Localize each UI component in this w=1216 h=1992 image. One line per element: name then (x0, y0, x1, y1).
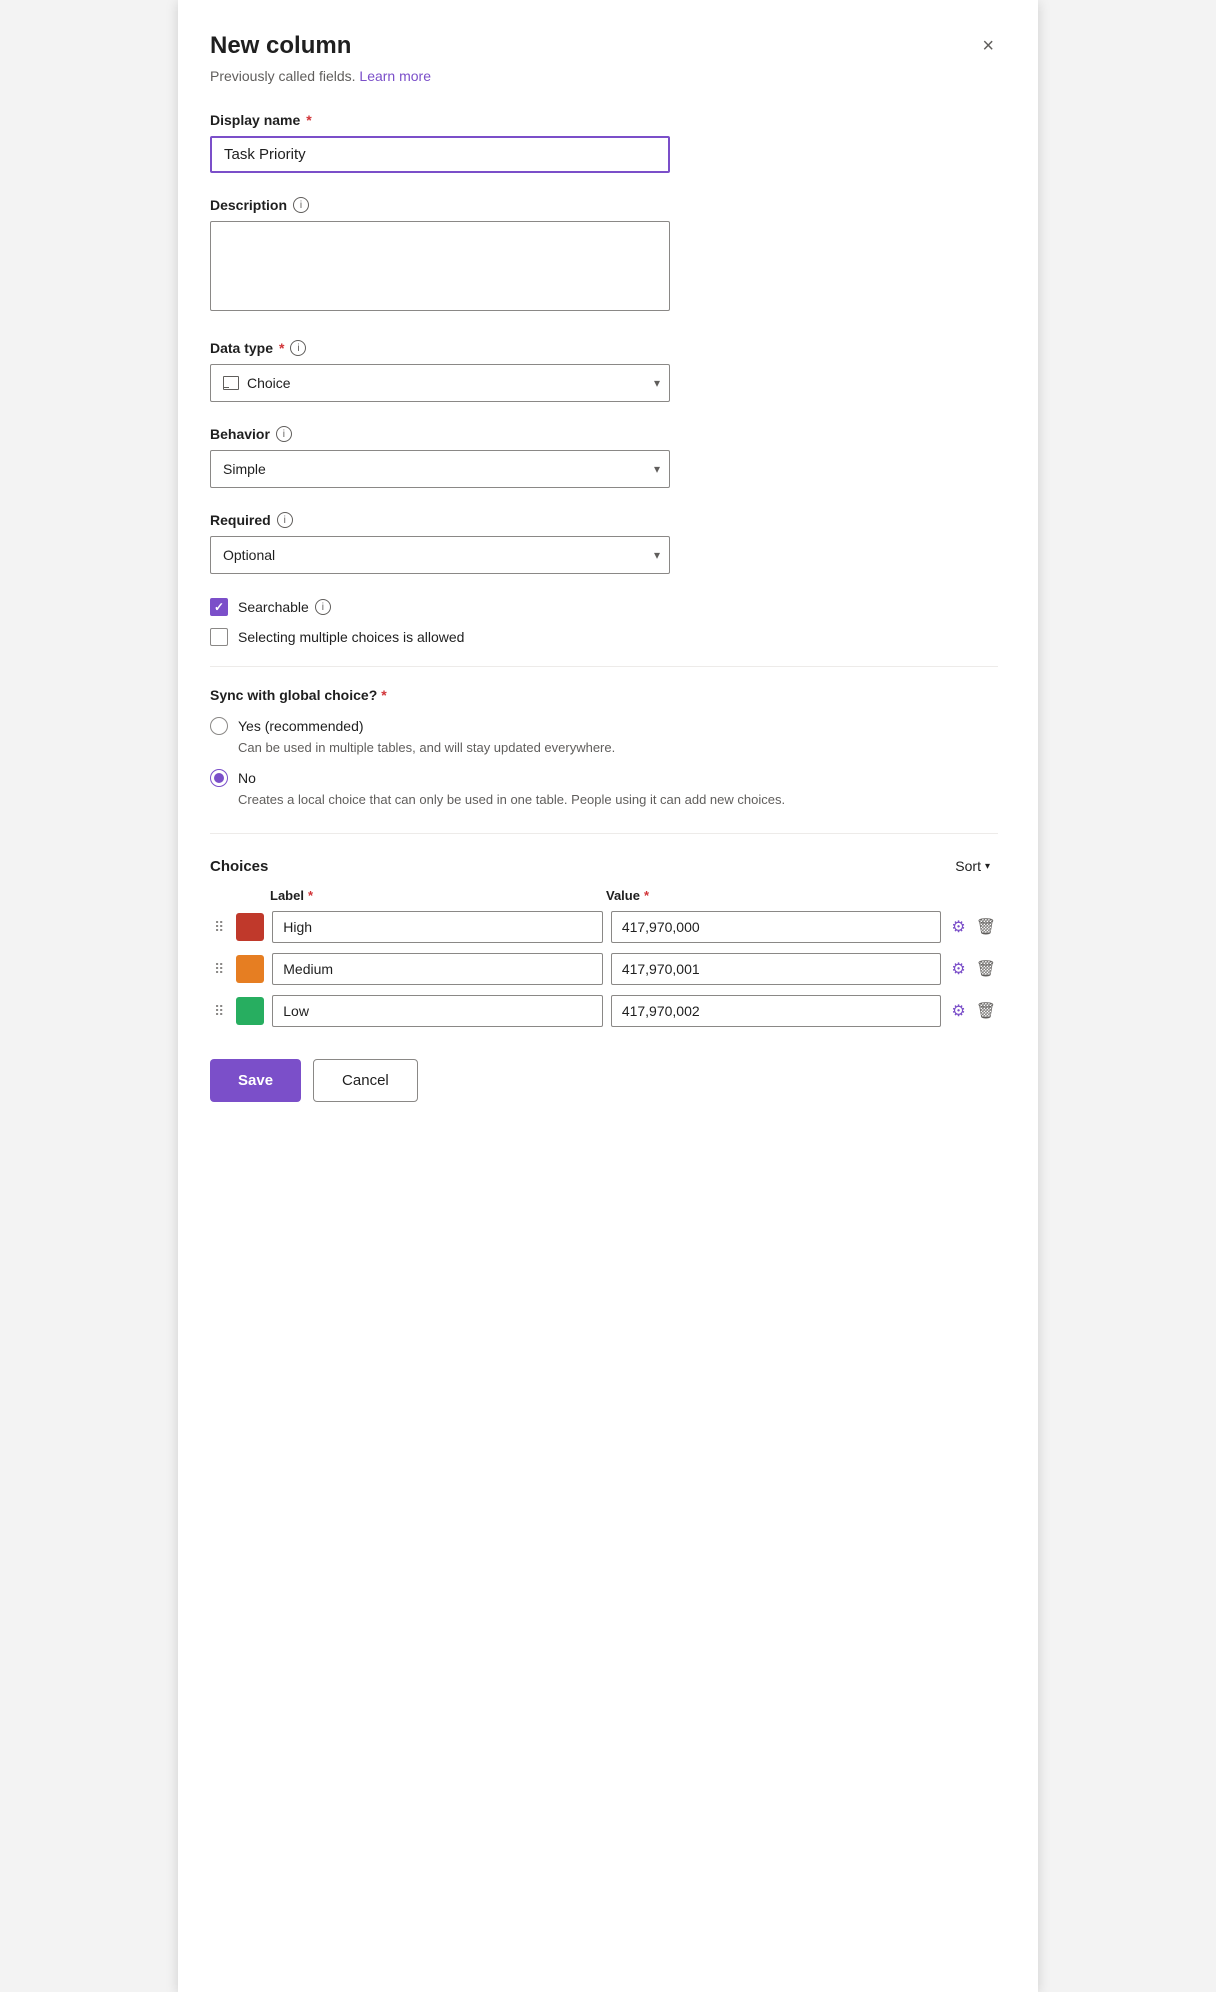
value-column-header: Value * (606, 888, 934, 903)
delete-icon-button-1[interactable]: 🗑 (974, 915, 998, 939)
required-info-icon[interactable]: i (277, 512, 293, 528)
description-input[interactable] (210, 221, 670, 311)
sync-yes-option: Yes (recommended) Can be used in multipl… (210, 717, 998, 757)
delete-icon-button-3[interactable]: 🗑 (974, 999, 998, 1023)
delete-icon-button-2[interactable]: 🗑 (974, 957, 998, 981)
sync-yes-desc: Can be used in multiple tables, and will… (238, 739, 998, 757)
behavior-select[interactable]: Simple ▾ (210, 450, 670, 488)
required-select[interactable]: Optional ▾ (210, 536, 670, 574)
required-select-display[interactable]: Optional ▾ (210, 536, 670, 574)
choice-value-input-1[interactable] (611, 911, 942, 943)
cancel-button[interactable]: Cancel (313, 1059, 418, 1102)
behavior-label: Behavior i (210, 426, 998, 442)
divider-1 (210, 666, 998, 667)
data-type-select-display[interactable]: Choice ▾ (210, 364, 670, 402)
data-type-select[interactable]: Choice ▾ (210, 364, 670, 402)
multiple-choices-checkbox[interactable] (210, 628, 228, 646)
choice-row-2: ⠿ ⚙ 🗑 (210, 953, 998, 985)
multiple-choices-label: Selecting multiple choices is allowed (238, 629, 464, 645)
data-type-chevron-icon: ▾ (654, 376, 660, 390)
panel-subtitle: Previously called fields. Learn more (210, 68, 998, 84)
behavior-chevron-icon: ▾ (654, 462, 660, 476)
drag-handle-3[interactable]: ⠿ (210, 1003, 228, 1020)
learn-more-link[interactable]: Learn more (359, 68, 431, 84)
label-column-header: Label * (270, 888, 598, 903)
data-type-info-icon[interactable]: i (290, 340, 306, 356)
data-type-group: Data type * i Choice ▾ (210, 340, 998, 402)
drag-handle-2[interactable]: ⠿ (210, 961, 228, 978)
choices-header: Choices Sort ▾ (210, 854, 998, 878)
sync-section: Sync with global choice? * Yes (recommen… (210, 687, 998, 809)
choice-row-3: ⠿ ⚙ 🗑 (210, 995, 998, 1027)
required-chevron-icon: ▾ (654, 548, 660, 562)
choice-label-input-1[interactable] (272, 911, 603, 943)
searchable-label: Searchable i (238, 599, 331, 615)
required-value: Optional (223, 547, 275, 563)
sort-button[interactable]: Sort ▾ (947, 854, 998, 878)
description-label: Description i (210, 197, 998, 213)
display-name-group: Display name * (210, 112, 998, 173)
save-button[interactable]: Save (210, 1059, 301, 1102)
color-swatch-3[interactable] (236, 997, 264, 1025)
drag-handle-1[interactable]: ⠿ (210, 919, 228, 936)
divider-2 (210, 833, 998, 834)
choices-title: Choices (210, 858, 268, 875)
choice-actions-2: ⚙ 🗑 (949, 957, 998, 981)
footer-buttons: Save Cancel (210, 1059, 998, 1102)
required-label: Required i (210, 512, 998, 528)
new-column-panel: New column × Previously called fields. L… (178, 0, 1038, 1992)
choices-section: Choices Sort ▾ Label * Value * ⠿ (210, 854, 998, 1027)
display-name-label: Display name * (210, 112, 998, 128)
searchable-info-icon[interactable]: i (315, 599, 331, 615)
sync-yes-label: Yes (recommended) (238, 718, 364, 734)
data-type-label: Data type * i (210, 340, 998, 356)
sync-no-radio[interactable] (210, 769, 228, 787)
color-swatch-2[interactable] (236, 955, 264, 983)
data-type-value: Choice (247, 375, 291, 391)
choice-icon (223, 376, 239, 390)
sync-no-label: No (238, 770, 256, 786)
panel-header: New column × (210, 32, 998, 60)
behavior-select-display[interactable]: Simple ▾ (210, 450, 670, 488)
choice-label-input-2[interactable] (272, 953, 603, 985)
sync-required-star: * (381, 687, 386, 703)
required-group: Required i Optional ▾ (210, 512, 998, 574)
color-swatch-1[interactable] (236, 913, 264, 941)
sync-no-desc: Creates a local choice that can only be … (238, 791, 998, 809)
multiple-choices-row: Selecting multiple choices is allowed (210, 628, 998, 646)
required-star: * (306, 112, 311, 128)
sync-yes-radio[interactable] (210, 717, 228, 735)
choice-actions-3: ⚙ 🗑 (949, 999, 998, 1023)
behavior-value: Simple (223, 461, 266, 477)
choice-label-input-3[interactable] (272, 995, 603, 1027)
choice-actions-1: ⚙ 🗑 (949, 915, 998, 939)
description-info-icon[interactable]: i (293, 197, 309, 213)
display-name-input[interactable] (210, 136, 670, 173)
choice-value-input-3[interactable] (611, 995, 942, 1027)
sync-no-option: No Creates a local choice that can only … (210, 769, 998, 809)
sync-title: Sync with global choice? * (210, 687, 998, 703)
behavior-info-icon[interactable]: i (276, 426, 292, 442)
choice-row-1: ⠿ ⚙ 🗑 (210, 911, 998, 943)
description-group: Description i (210, 197, 998, 316)
data-type-required-star: * (279, 340, 284, 356)
filter-icon-button-1[interactable]: ⚙ (949, 915, 967, 939)
actions-column-header (942, 888, 998, 903)
choices-column-headers: Label * Value * (210, 888, 998, 903)
choice-value-input-2[interactable] (611, 953, 942, 985)
filter-icon-button-3[interactable]: ⚙ (949, 999, 967, 1023)
panel-title: New column (210, 32, 351, 60)
filter-icon-button-2[interactable]: ⚙ (949, 957, 967, 981)
close-button[interactable]: × (978, 32, 998, 60)
sort-chevron-icon: ▾ (985, 861, 990, 872)
searchable-row: Searchable i (210, 598, 998, 616)
searchable-checkbox[interactable] (210, 598, 228, 616)
behavior-group: Behavior i Simple ▾ (210, 426, 998, 488)
